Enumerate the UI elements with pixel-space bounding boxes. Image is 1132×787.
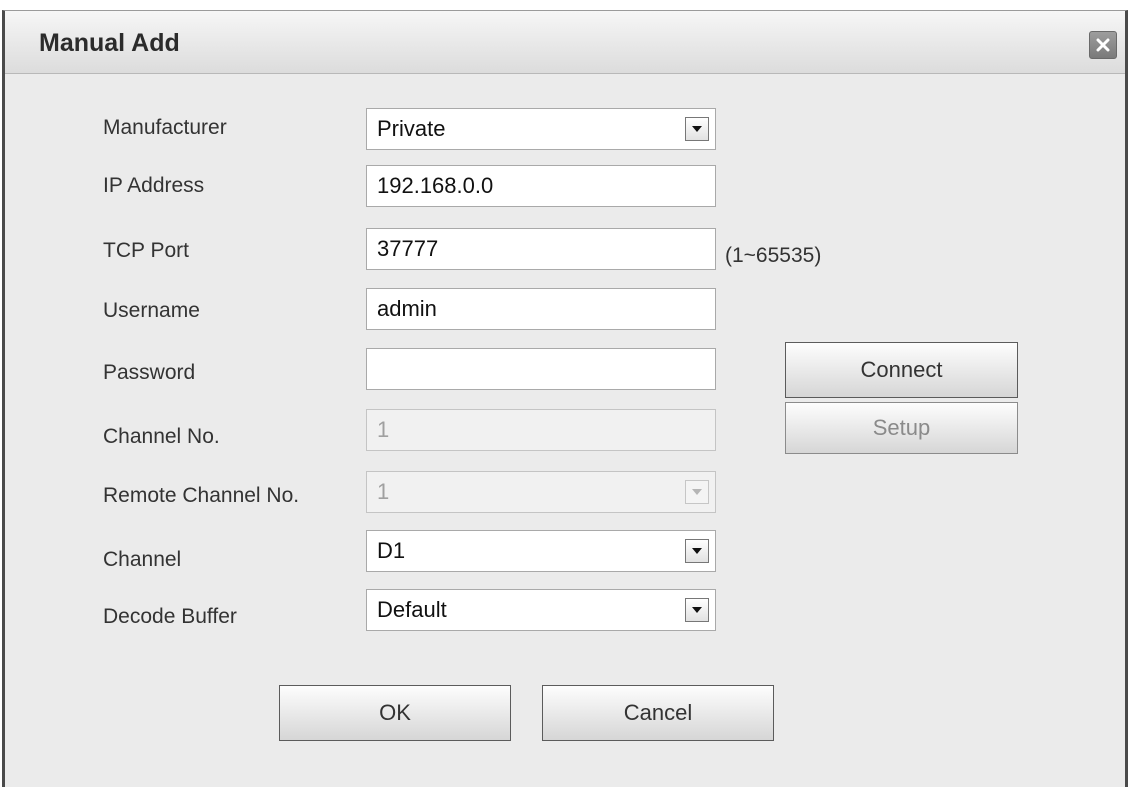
ip-address-value: 192.168.0.0: [377, 173, 494, 198]
username-label: Username: [103, 299, 200, 322]
tcp-port-range-hint: (1~65535): [725, 244, 822, 267]
manufacturer-select[interactable]: Private: [366, 108, 716, 150]
chevron-down-icon: [692, 126, 702, 132]
tcp-port-value: 37777: [377, 236, 439, 261]
connect-button[interactable]: Connect: [785, 342, 1018, 398]
ok-button[interactable]: OK: [279, 685, 511, 741]
manual-add-dialog: Manual Add Manufacturer Private IP Addre…: [2, 10, 1128, 787]
decode-buffer-label: Decode Buffer: [103, 605, 237, 628]
ip-address-input[interactable]: 192.168.0.0: [366, 165, 716, 207]
channel-no-value: 1: [377, 417, 390, 442]
username-value: admin: [377, 296, 437, 321]
username-input[interactable]: admin: [366, 288, 716, 330]
channel-label: Channel: [103, 548, 182, 571]
chevron-down-icon: [692, 548, 702, 554]
remote-channel-no-value: 1: [377, 479, 390, 504]
close-icon: [1096, 38, 1110, 52]
channel-select[interactable]: D1: [366, 530, 716, 572]
setup-button[interactable]: Setup: [785, 402, 1018, 454]
tcp-port-label: TCP Port: [103, 239, 189, 262]
remote-channel-no-label: Remote Channel No.: [103, 484, 300, 507]
close-button[interactable]: [1089, 31, 1117, 59]
cancel-button[interactable]: Cancel: [542, 685, 774, 741]
channel-value: D1: [377, 538, 406, 563]
channel-no-label: Channel No.: [103, 425, 220, 448]
password-input[interactable]: [366, 348, 716, 390]
ip-address-label: IP Address: [103, 174, 205, 197]
chevron-down-icon: [692, 489, 702, 495]
channel-dropdown-button[interactable]: [685, 539, 709, 563]
manufacturer-label: Manufacturer: [103, 116, 227, 139]
manufacturer-dropdown-button[interactable]: [685, 117, 709, 141]
chevron-down-icon: [692, 607, 702, 613]
remote-channel-dropdown-button: [685, 480, 709, 504]
channel-no-input: 1: [366, 409, 716, 451]
decode-buffer-dropdown-button[interactable]: [685, 598, 709, 622]
password-label: Password: [103, 361, 196, 384]
tcp-port-input[interactable]: 37777: [366, 228, 716, 270]
dialog-titlebar[interactable]: Manual Add: [5, 11, 1125, 74]
decode-buffer-select[interactable]: Default: [366, 589, 716, 631]
dialog-title: Manual Add: [39, 29, 180, 57]
manufacturer-value: Private: [377, 116, 446, 141]
decode-buffer-value: Default: [377, 597, 447, 622]
remote-channel-no-select: 1: [366, 471, 716, 513]
